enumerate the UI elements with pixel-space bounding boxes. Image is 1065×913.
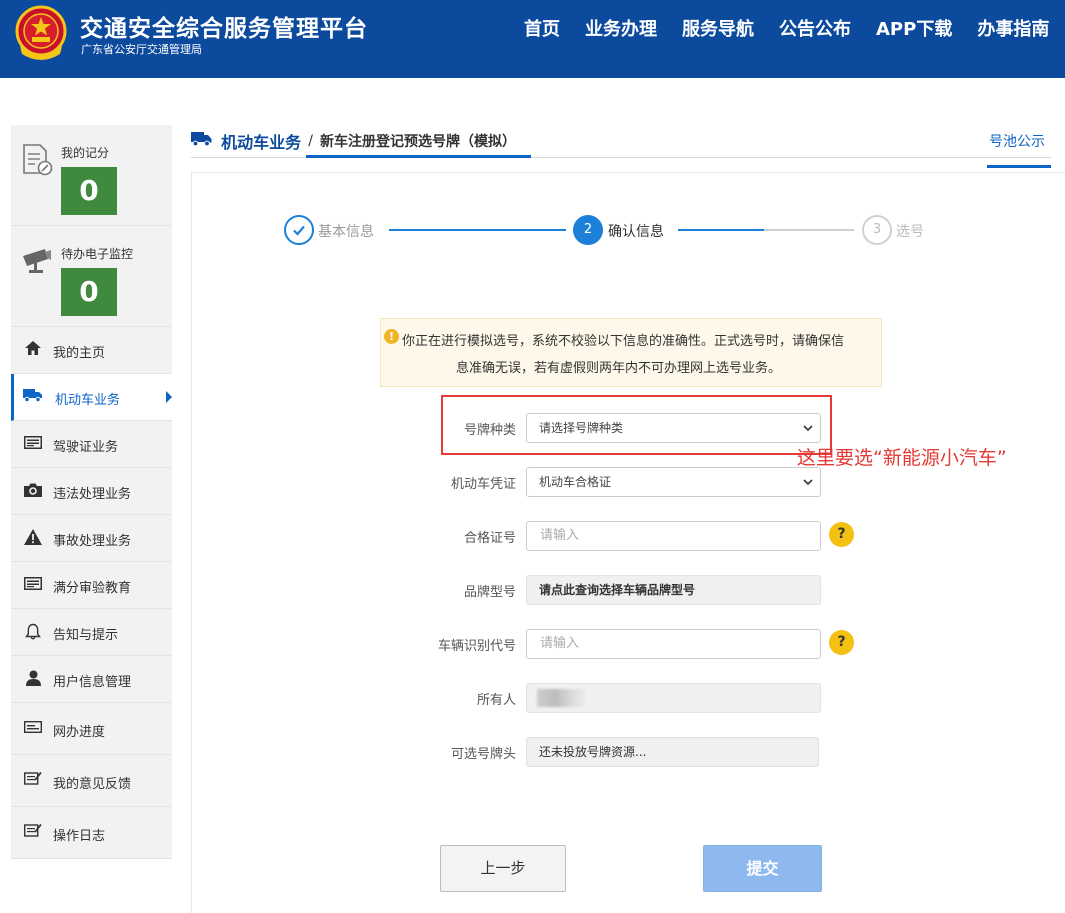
sidebar-item-label: 违法处理业务: [53, 487, 132, 502]
breadcrumb-current-page: 新车注册登记预选号牌（模拟）: [320, 134, 517, 150]
bell-icon: [23, 623, 43, 641]
sidebar-item-label: 网办进度: [53, 725, 106, 740]
score-value: 0: [61, 167, 117, 215]
monitor-box[interactable]: 待办电子监控 0: [11, 226, 172, 327]
sidebar-item-log[interactable]: 操作日志: [11, 807, 172, 859]
cert-number-label: 合格证号: [463, 531, 516, 546]
annotation-text: 这里要选“新能源小汽车”: [797, 447, 1007, 469]
step-connector-pending: [764, 229, 854, 231]
national-emblem-icon: [15, 5, 67, 60]
step-3-label: 选号: [896, 224, 924, 240]
sidebar-item-education[interactable]: 满分审验教育: [11, 562, 172, 609]
owner-redacted-blur: [537, 689, 585, 707]
sidebar-item-label: 用户信息管理: [53, 675, 132, 690]
top-header: 交通安全综合服务管理平台 广东省公安厅交通管理局 首页 业务办理 服务导航 公告…: [0, 0, 1065, 78]
sidebar-item-violation[interactable]: 违法处理业务: [11, 468, 172, 515]
nav-business[interactable]: 业务办理: [585, 15, 657, 41]
sidebar-item-vehicle[interactable]: 机动车业务: [11, 374, 172, 421]
sidebar-item-label: 操作日志: [53, 829, 106, 844]
vin-label: 车辆识别代号: [437, 639, 516, 654]
sidebar-item-label: 我的意见反馈: [53, 777, 132, 792]
feedback-icon: [23, 771, 43, 789]
active-arrow-icon: [166, 391, 172, 403]
warning-icon: [23, 529, 43, 547]
previous-step-button[interactable]: 上一步: [440, 845, 566, 892]
monitor-label: 待办电子监控: [61, 247, 134, 261]
chevron-down-icon: [803, 479, 813, 486]
warning-notice: [380, 318, 882, 387]
sidebar-item-feedback[interactable]: 我的意见反馈: [11, 755, 172, 807]
truck-icon: [191, 131, 212, 151]
brand-model-field[interactable]: 请点此查询选择车辆品牌型号: [526, 575, 821, 605]
sidebar-item-notice[interactable]: 告知与提示: [11, 609, 172, 656]
sidebar-item-accident[interactable]: 事故处理业务: [11, 515, 172, 562]
sidebar-item-label: 满分审验教育: [53, 581, 132, 596]
top-nav: 首页 业务办理 服务导航 公告公布 APP下载 办事指南: [524, 15, 1065, 41]
sidebar-item-label: 机动车业务: [55, 393, 121, 408]
home-icon: [23, 341, 43, 359]
step-1-label: 基本信息: [318, 224, 374, 240]
site-title: 交通安全综合服务管理平台: [80, 16, 368, 42]
nav-app-download[interactable]: APP下载: [876, 15, 952, 41]
step-connector: [389, 229, 566, 231]
score-box[interactable]: 我的记分 0: [11, 125, 172, 226]
warning-text-line1: 你正在进行模拟选号，系统不校验以下信息的准确性。正式选号时，请确保信: [402, 334, 845, 349]
document-edit-icon: [23, 144, 53, 176]
warning-exclamation-icon: !: [384, 329, 399, 344]
sidebar-item-label: 驾驶证业务: [53, 440, 119, 455]
plate-pool-link[interactable]: 号池公示: [989, 131, 1045, 151]
owner-label: 所有人: [476, 693, 516, 708]
step-1-check-icon: [284, 215, 314, 245]
card-icon: [23, 435, 43, 453]
card-icon: [23, 576, 43, 594]
sidebar-item-label: 告知与提示: [53, 628, 119, 643]
nav-guide[interactable]: 办事指南: [977, 15, 1049, 41]
sidebar-item-home[interactable]: 我的主页: [11, 327, 172, 374]
sidebar: 我的记分 0 待办电子监控 0 我的主页 机动车业务 驾驶证业务 违法处理业务 …: [11, 125, 172, 859]
warning-text-line2: 息准确无误，若有虚假则两年内不可办理网上选号业务。: [456, 361, 782, 376]
step-2-label: 确认信息: [608, 224, 664, 240]
step-3-number: 3: [862, 215, 892, 245]
breadcrumb-separator: /: [308, 133, 313, 149]
cert-number-input[interactable]: 请输入: [526, 521, 821, 551]
vehicle-cert-select[interactable]: 机动车合格证: [526, 467, 821, 497]
nav-home[interactable]: 首页: [524, 15, 560, 41]
nav-announcements[interactable]: 公告公布: [779, 15, 851, 41]
sidebar-item-label: 我的主页: [53, 346, 106, 361]
vin-input[interactable]: 请输入: [526, 629, 821, 659]
progress-icon: [23, 719, 43, 737]
user-icon: [23, 670, 43, 688]
camera-icon: [23, 482, 43, 500]
brand-model-label: 品牌型号: [463, 585, 516, 600]
sidebar-item-license[interactable]: 驾驶证业务: [11, 421, 172, 468]
monitor-value: 0: [61, 268, 117, 316]
sidebar-item-progress[interactable]: 网办进度: [11, 703, 172, 755]
vehicle-cert-label: 机动车凭证: [450, 477, 516, 492]
score-label: 我的记分: [61, 146, 110, 160]
nav-service-guide[interactable]: 服务导航: [682, 15, 754, 41]
vin-help-icon[interactable]: ?: [829, 630, 854, 655]
step-2-number: 2: [573, 215, 603, 245]
breadcrumb: 机动车业务 / 新车注册登记预选号牌（模拟）: [191, 129, 516, 153]
cert-number-help-icon[interactable]: ?: [829, 522, 854, 547]
site-subtitle: 广东省公安厅交通管理局: [81, 43, 202, 56]
plate-prefix-label: 可选号牌头: [450, 747, 516, 762]
log-icon: [23, 823, 43, 841]
truck-icon: [23, 388, 43, 406]
breadcrumb-active-underline: [306, 155, 531, 158]
plate-pool-underline: [987, 165, 1051, 168]
annotation-highlight-box: [441, 395, 832, 455]
surveillance-camera-icon: [23, 249, 51, 273]
submit-button[interactable]: 提交: [703, 845, 822, 892]
plate-prefix-field: 还未投放号牌资源...: [526, 737, 819, 767]
step-connector: [678, 229, 764, 231]
sidebar-item-user-info[interactable]: 用户信息管理: [11, 656, 172, 703]
vehicle-cert-value: 机动车合格证: [539, 475, 612, 489]
sidebar-item-label: 事故处理业务: [53, 534, 132, 549]
breadcrumb-section[interactable]: 机动车业务: [221, 133, 301, 152]
